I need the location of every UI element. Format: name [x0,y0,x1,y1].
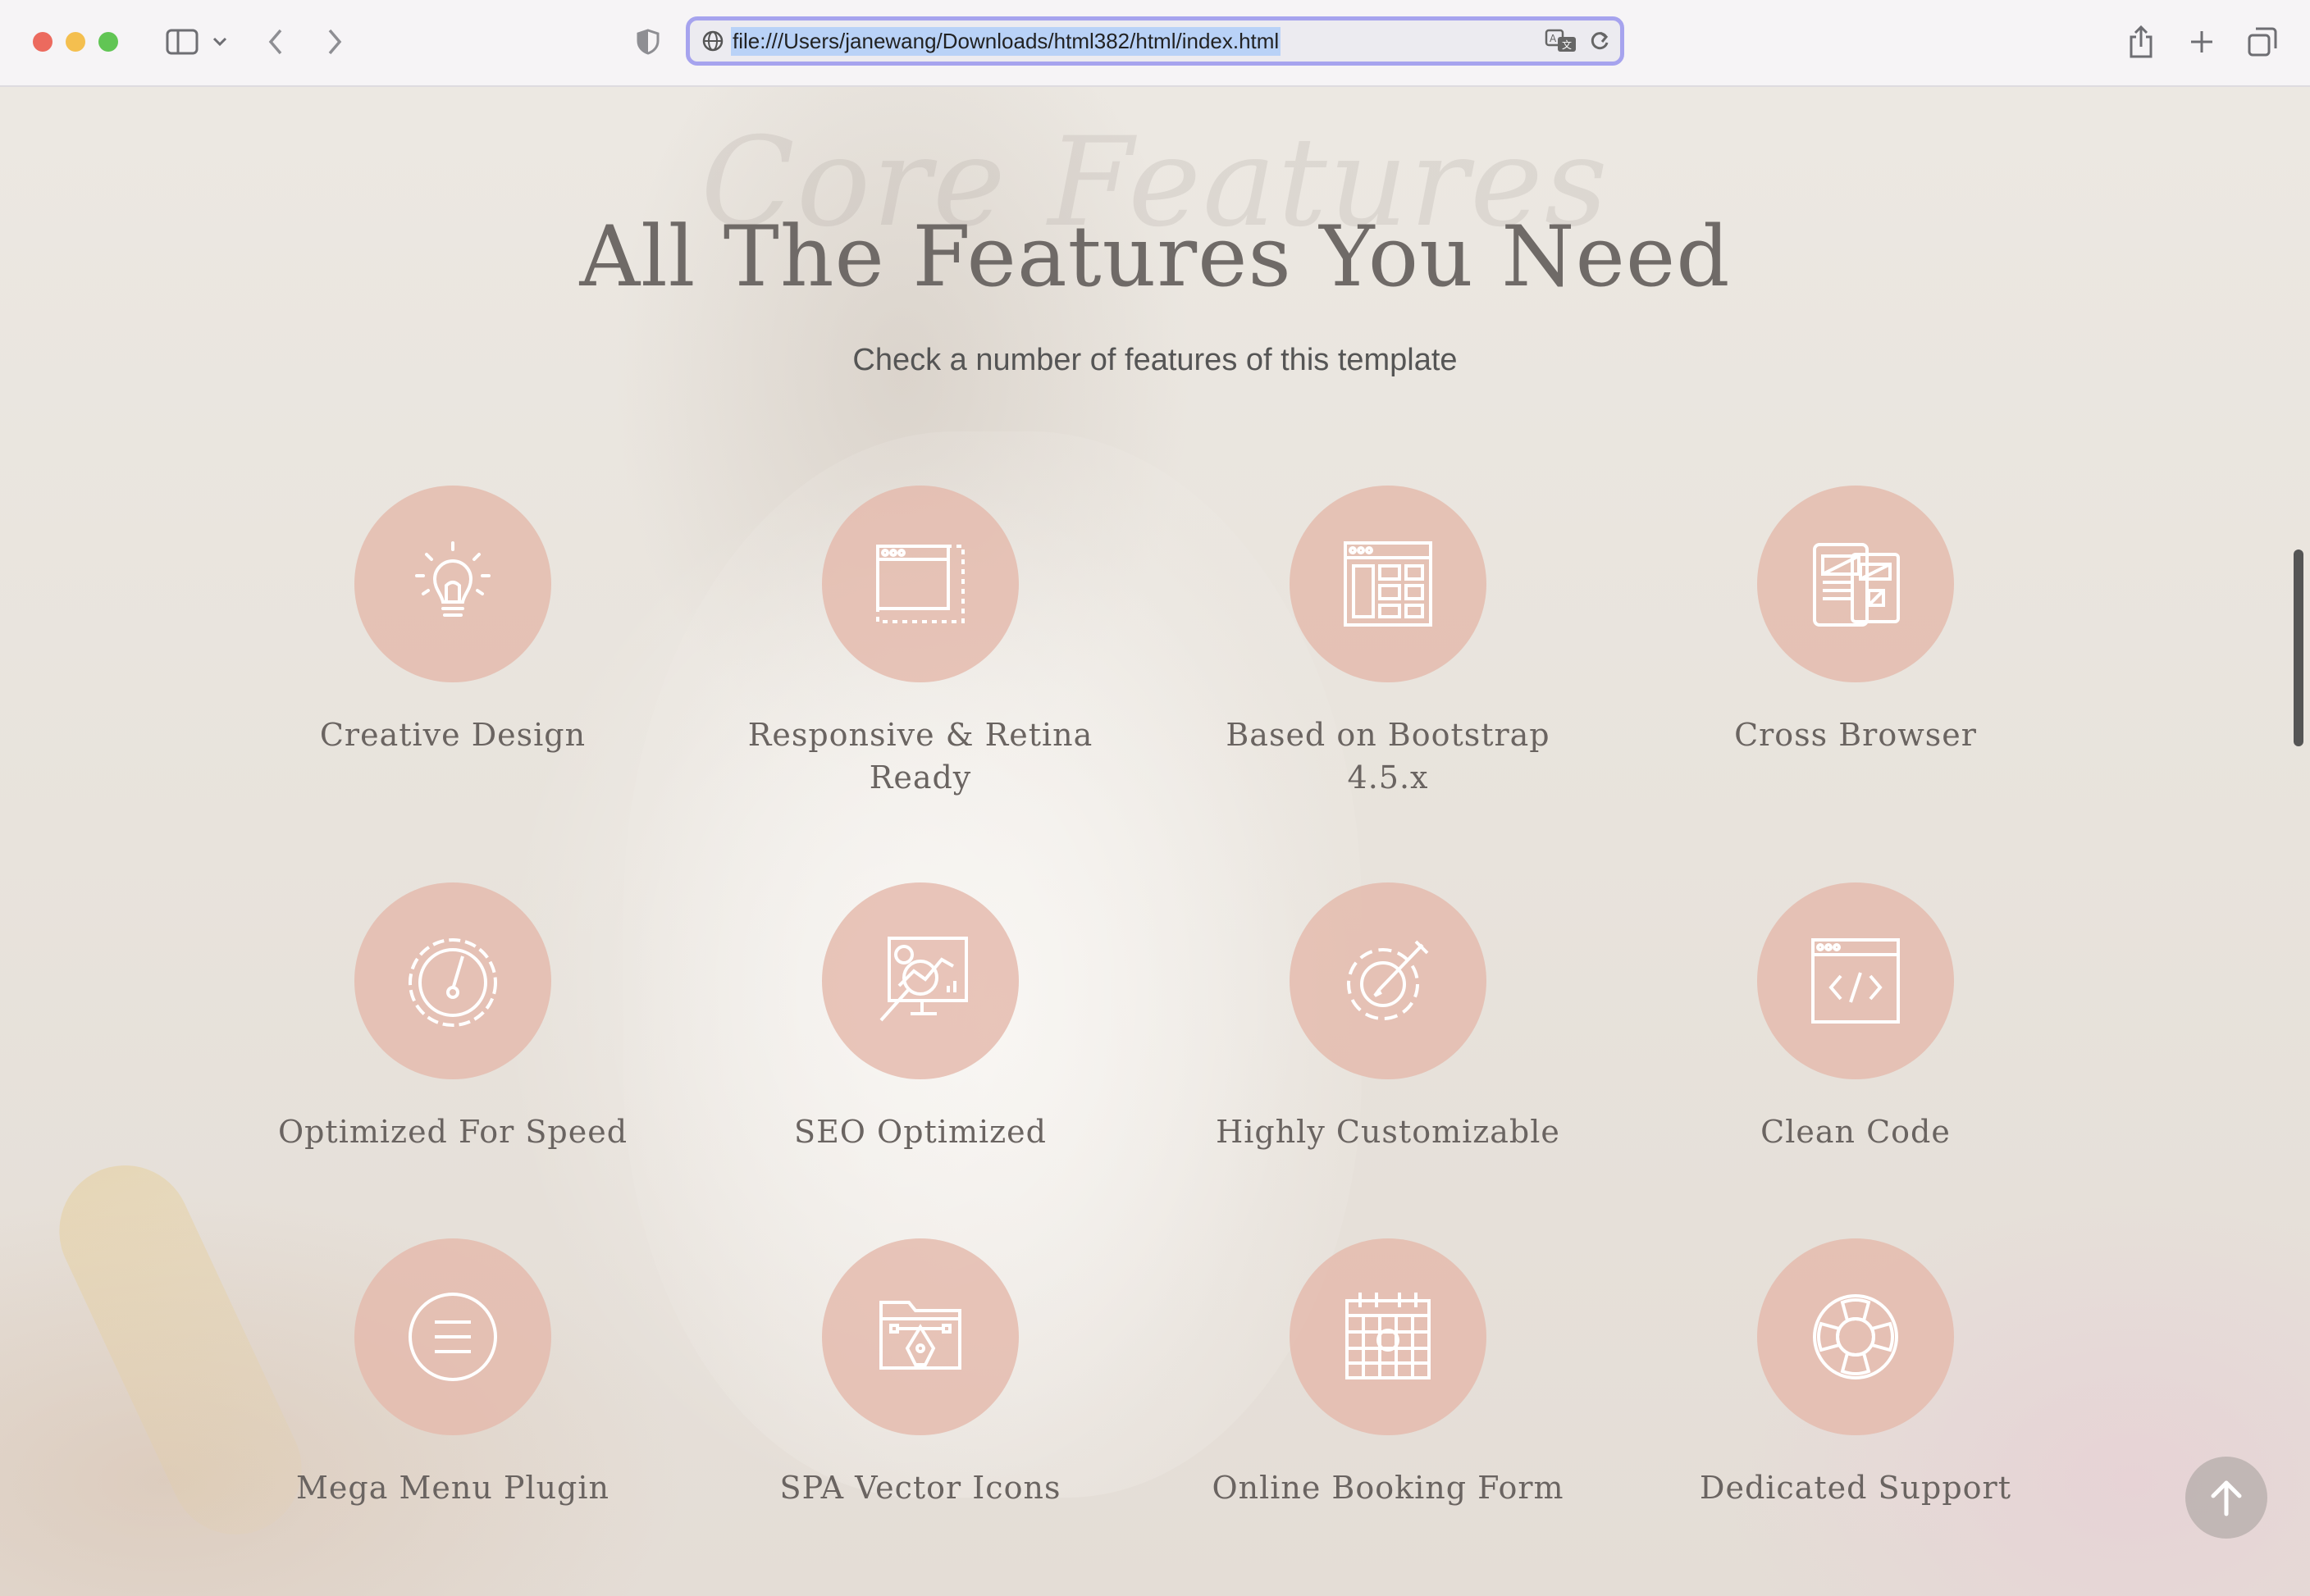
feature-label: Mega Menu Plugin [295,1470,610,1506]
translate-icon[interactable]: A文 [1545,29,1577,57]
feature-item: SEO Optimized [740,882,1101,1153]
arrow-up-icon [2211,1480,2242,1516]
gear-pencil-icon [1347,940,1429,1020]
speedometer-icon [409,938,497,1027]
feature-item: Creative Design [272,486,633,756]
lightbulb-icon [415,541,491,617]
feature-item: Dedicated Support [1675,1238,2036,1509]
svg-text:文: 文 [1562,39,1572,51]
code-window-icon [1811,938,1900,1024]
feature-icon-circle [354,1238,551,1435]
feature-label: Creative Design [319,717,587,753]
feature-icon-circle [822,882,1019,1079]
feature-icon-circle [354,486,551,682]
features-section: Core Features All The Features You Need … [0,87,2310,1596]
feature-label: Clean Code [1760,1114,1951,1150]
feature-icon-circle [1290,486,1486,682]
feature-icon-circle [822,1238,1019,1435]
feature-label: Based on Bootstrap 4.5.x [1226,717,1550,796]
section-subtitle: Check a number of features of this templ… [852,343,1458,377]
feature-label: Online Booking Form [1212,1470,1564,1506]
feature-item: SPA Vector Icons [740,1238,1101,1509]
feature-icon-circle [1290,1238,1486,1435]
globe-icon [702,30,724,52]
close-window-button[interactable] [33,32,52,52]
feature-item: Clean Code [1675,882,2036,1153]
privacy-shield-icon[interactable] [633,23,663,61]
svg-text:A: A [1550,33,1557,44]
feature-item: Responsive & Retina Ready [740,486,1101,799]
tab-overview-icon[interactable] [2246,23,2279,61]
feature-item: Online Booking Form [1208,1238,1568,1509]
feature-icon-circle [1290,882,1486,1079]
browser-toolbar: file:///Users/janewang/Downloads/html382… [0,0,2310,87]
url-text[interactable]: file:///Users/janewang/Downloads/html382… [731,26,1281,56]
new-tab-plus-icon[interactable] [2185,23,2218,61]
feature-item: Mega Menu Plugin [272,1238,633,1509]
share-icon[interactable] [2125,23,2157,61]
feature-label: Dedicated Support [1699,1470,2011,1506]
feature-icon-circle [354,882,551,1079]
sidebar-toggle-icon[interactable] [158,23,207,61]
vertical-scrollbar[interactable] [2294,549,2303,746]
chevron-down-icon[interactable] [208,23,231,61]
calendar-icon [1345,1293,1431,1379]
back-arrow-icon[interactable] [261,23,290,61]
feature-label: Responsive & Retina Ready [747,717,1093,796]
feature-label: Highly Customizable [1216,1114,1560,1150]
feature-item: Optimized For Speed [272,882,633,1153]
analytics-monitor-icon [879,937,968,1022]
reload-icon[interactable] [1589,30,1610,56]
browser-window-icon [876,545,965,623]
devices-icon [1813,543,1900,627]
feature-icon-circle [1757,1238,1954,1435]
menu-icon [409,1293,497,1381]
feature-icon-circle [1757,486,1954,682]
feature-label: SEO Optimized [794,1114,1047,1150]
section-title: All The Features You Need [579,208,1731,306]
feature-icon-circle [1757,882,1954,1079]
feature-item: Cross Browser [1675,486,2036,756]
forward-arrow-icon[interactable] [320,23,349,61]
minimize-window-button[interactable] [66,32,85,52]
feature-label: Cross Browser [1734,717,1977,753]
scroll-to-top-button[interactable] [2185,1457,2267,1539]
grid-layout-icon [1344,541,1432,627]
lifebuoy-icon [1813,1294,1898,1379]
zoom-window-button[interactable] [98,32,118,52]
feature-item: Based on Bootstrap 4.5.x [1208,486,1568,799]
feature-icon-circle [822,486,1019,682]
feature-item: Highly Customizable [1208,882,1568,1153]
address-bar[interactable]: file:///Users/janewang/Downloads/html382… [686,16,1624,66]
feature-label: SPA Vector Icons [779,1470,1061,1506]
feature-label: Optimized For Speed [277,1114,628,1150]
folder-pen-icon [879,1301,961,1370]
